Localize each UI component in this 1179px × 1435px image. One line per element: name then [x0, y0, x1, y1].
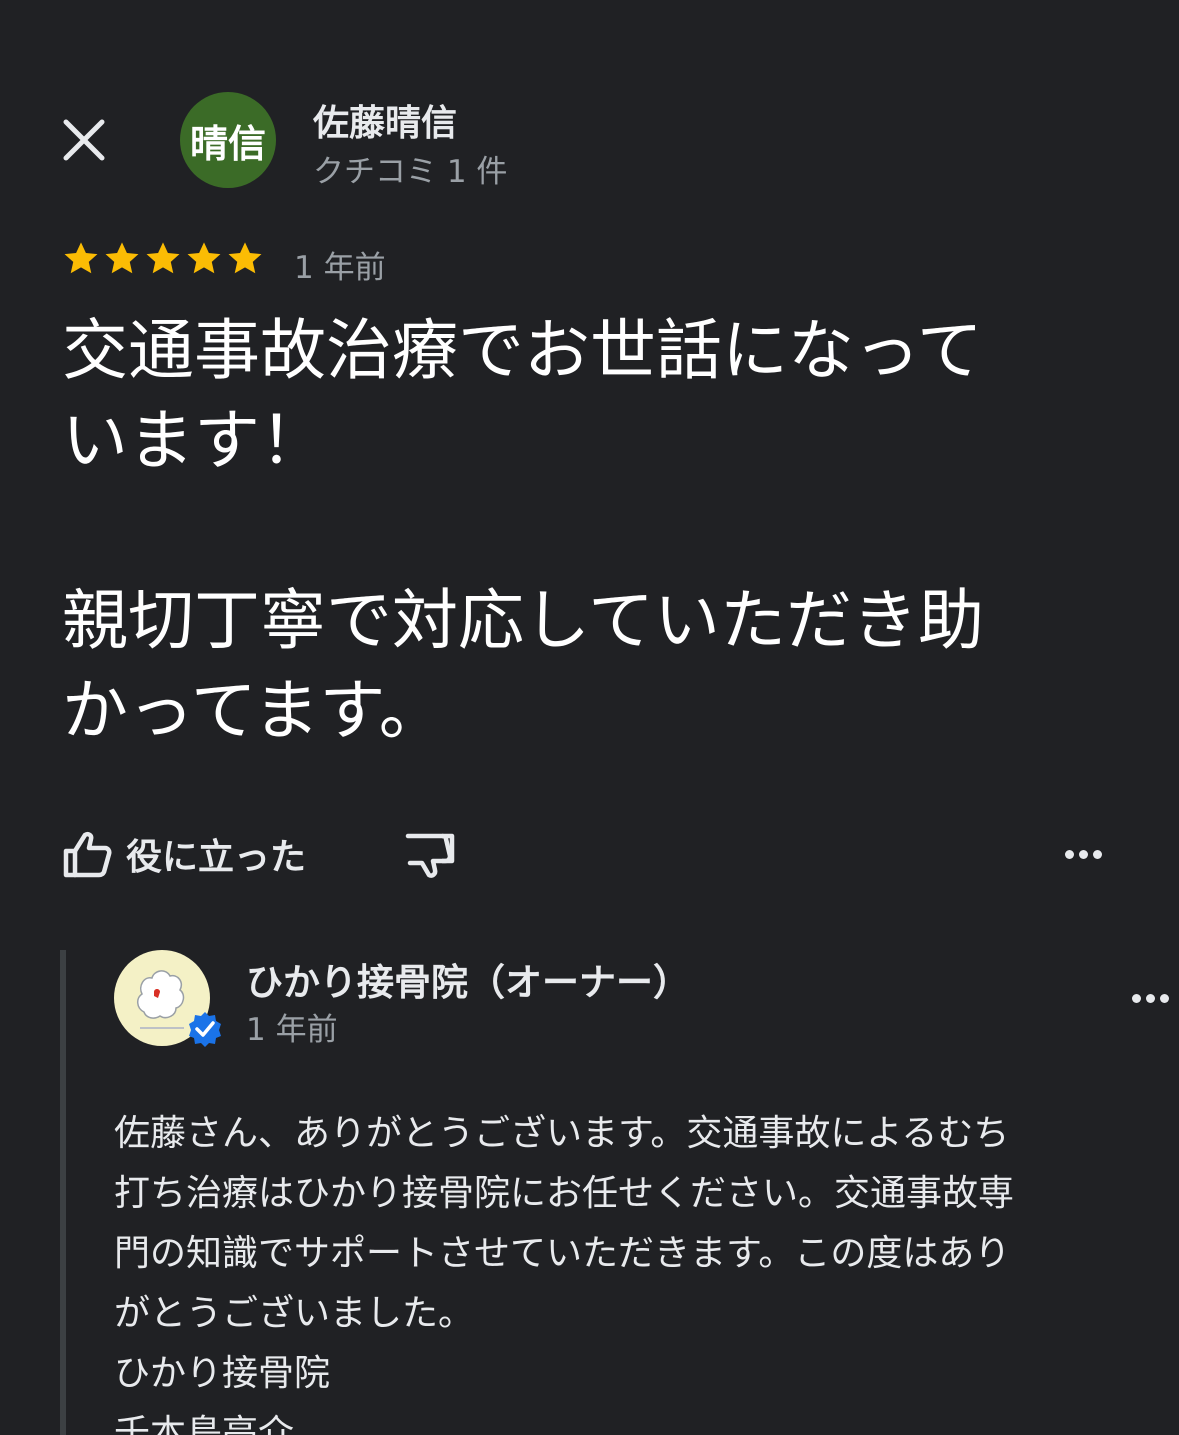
more-horizontal-icon	[1132, 993, 1141, 1003]
review-count: クチコミ 1 件	[313, 154, 508, 190]
reviewer-name[interactable]: 佐藤晴信	[313, 94, 457, 146]
owner-reply-more-button[interactable]	[1132, 980, 1179, 1016]
thumbs-down-icon	[405, 833, 455, 878]
star-icon	[105, 242, 139, 274]
helpful-label: 役に立った	[126, 837, 307, 878]
avatar[interactable]: 晴信	[180, 92, 276, 188]
review-time: 1 年前	[294, 250, 386, 286]
star-icon	[228, 242, 262, 274]
close-button[interactable]	[52, 108, 116, 172]
star-icon	[146, 242, 180, 274]
review-actions: 役に立った	[62, 824, 306, 884]
review-text: 交通事故治療でお世話になって います！ 親切丁寧で対応していただき助 かってます…	[62, 312, 985, 749]
thumbs-up-icon	[63, 831, 112, 878]
owner-reply-text: 佐藤さん、ありがとうございます。交通事故によるむち 打ち治療はひかり接骨院にお任…	[114, 1113, 1015, 1435]
star-icon	[64, 242, 98, 274]
helpful-button[interactable]: 役に立った	[62, 828, 306, 880]
owner-name[interactable]: ひかり接骨院（オーナー）	[246, 952, 690, 1006]
reply-indent-bar	[60, 950, 66, 1435]
more-dot	[1092, 849, 1102, 859]
review-more-button[interactable]	[1056, 832, 1110, 876]
star-icon	[187, 242, 221, 274]
owner-reply-time: 1 年前	[246, 1012, 338, 1048]
verified-badge-icon	[189, 1012, 221, 1047]
more-dot	[1078, 849, 1088, 859]
more-dot	[1146, 993, 1155, 1003]
close-icon	[63, 119, 105, 161]
more-dot	[1160, 993, 1169, 1003]
more-horizontal-icon	[1064, 849, 1074, 859]
not-helpful-button[interactable]	[402, 828, 458, 884]
star-rating	[62, 240, 264, 284]
